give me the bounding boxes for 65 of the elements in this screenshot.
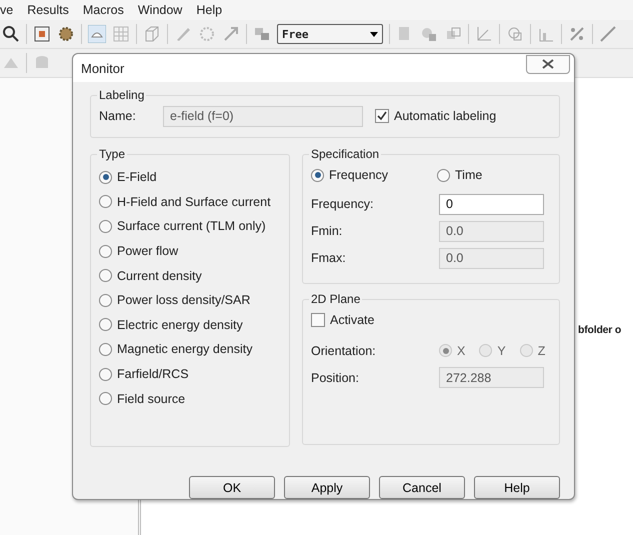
radio-option[interactable]: Magnetic energy density	[99, 337, 281, 362]
menu-item[interactable]: Results	[27, 3, 69, 17]
field-label: Fmax:	[311, 251, 347, 266]
radio-button[interactable]	[99, 368, 112, 381]
field-label: Position:	[311, 370, 360, 385]
radio-option[interactable]: H-Field and Surface current	[99, 190, 281, 214]
group-title: Type	[98, 147, 126, 161]
radio-button[interactable]	[99, 318, 112, 332]
cube-icon[interactable]	[143, 25, 161, 43]
shapes-icon[interactable]	[506, 25, 524, 43]
radio-option[interactable]: Electric energy density	[99, 312, 281, 338]
checkbox[interactable]	[311, 313, 325, 328]
group-title: 2D Plane	[310, 292, 362, 306]
menu-item[interactable]: Help	[196, 3, 222, 17]
radio-button[interactable]	[437, 168, 450, 182]
radio-button[interactable]	[311, 168, 324, 182]
close-button[interactable]	[526, 54, 570, 74]
radio-button[interactable]	[99, 244, 112, 258]
field-label: Frequency:	[311, 197, 375, 212]
checkbox[interactable]	[375, 109, 389, 124]
percent-icon[interactable]	[568, 25, 586, 43]
shapes-icon[interactable]	[420, 25, 438, 43]
field-label: Orientation:	[311, 344, 377, 358]
dialog-button[interactable]: Cancel	[379, 476, 465, 499]
checkbox-option[interactable]: Automatic labeling	[375, 104, 496, 129]
shapes-icon[interactable]	[253, 25, 271, 43]
dialog-button[interactable]: Help	[474, 476, 560, 499]
view-dropdown[interactable]: Free	[277, 24, 383, 44]
radio-button[interactable]	[99, 294, 112, 307]
radio-button[interactable]	[99, 269, 112, 282]
dialog-button[interactable]: Apply	[284, 476, 370, 499]
radio-option[interactable]: Farfield/RCS	[99, 362, 281, 386]
radio-button[interactable]	[99, 392, 112, 406]
magnifier-icon[interactable]	[2, 25, 20, 43]
radio-button[interactable]	[99, 342, 112, 356]
radio-option[interactable]: E-Field	[99, 165, 281, 190]
radio-button[interactable]	[99, 220, 112, 233]
caret-icon	[370, 32, 378, 36]
radio-option[interactable]: Power loss density/SAR	[99, 288, 281, 313]
menu-item[interactable]: Window	[138, 3, 182, 17]
frame-icon[interactable]	[33, 25, 51, 43]
axes-icon[interactable]	[475, 25, 493, 43]
radio-option[interactable]: Surface current (TLM only)	[99, 214, 281, 239]
radio-option[interactable]: Field source	[99, 386, 281, 411]
menu-item[interactable]: Macros	[82, 3, 124, 17]
radio-button[interactable]	[99, 195, 112, 208]
field-label: Name:	[99, 109, 137, 124]
grid-icon[interactable]	[112, 25, 130, 43]
checkbox-option[interactable]: Activate	[311, 308, 551, 333]
radio-option[interactable]: Power flow	[99, 238, 281, 264]
group-title: Specification	[310, 147, 380, 161]
menu-item[interactable]: ve	[0, 3, 14, 17]
arrow-icon[interactable]	[222, 25, 240, 43]
name-field[interactable]: e-field (f=0)	[163, 106, 363, 127]
close-icon	[542, 59, 554, 69]
radio-option[interactable]: Current density	[99, 263, 281, 288]
radio-button[interactable]	[99, 170, 112, 184]
field-label: Fmin:	[311, 224, 344, 238]
radio-option[interactable]: Time	[437, 163, 482, 188]
tree-item-text: bfolder o	[578, 324, 622, 336]
dialog-button[interactable]: OK	[189, 476, 275, 499]
radio-option[interactable]: Frequency	[311, 163, 397, 188]
group-title: Labeling	[98, 88, 146, 102]
input-field[interactable]: 0	[439, 194, 544, 215]
dialog-title: Monitor	[81, 60, 124, 76]
